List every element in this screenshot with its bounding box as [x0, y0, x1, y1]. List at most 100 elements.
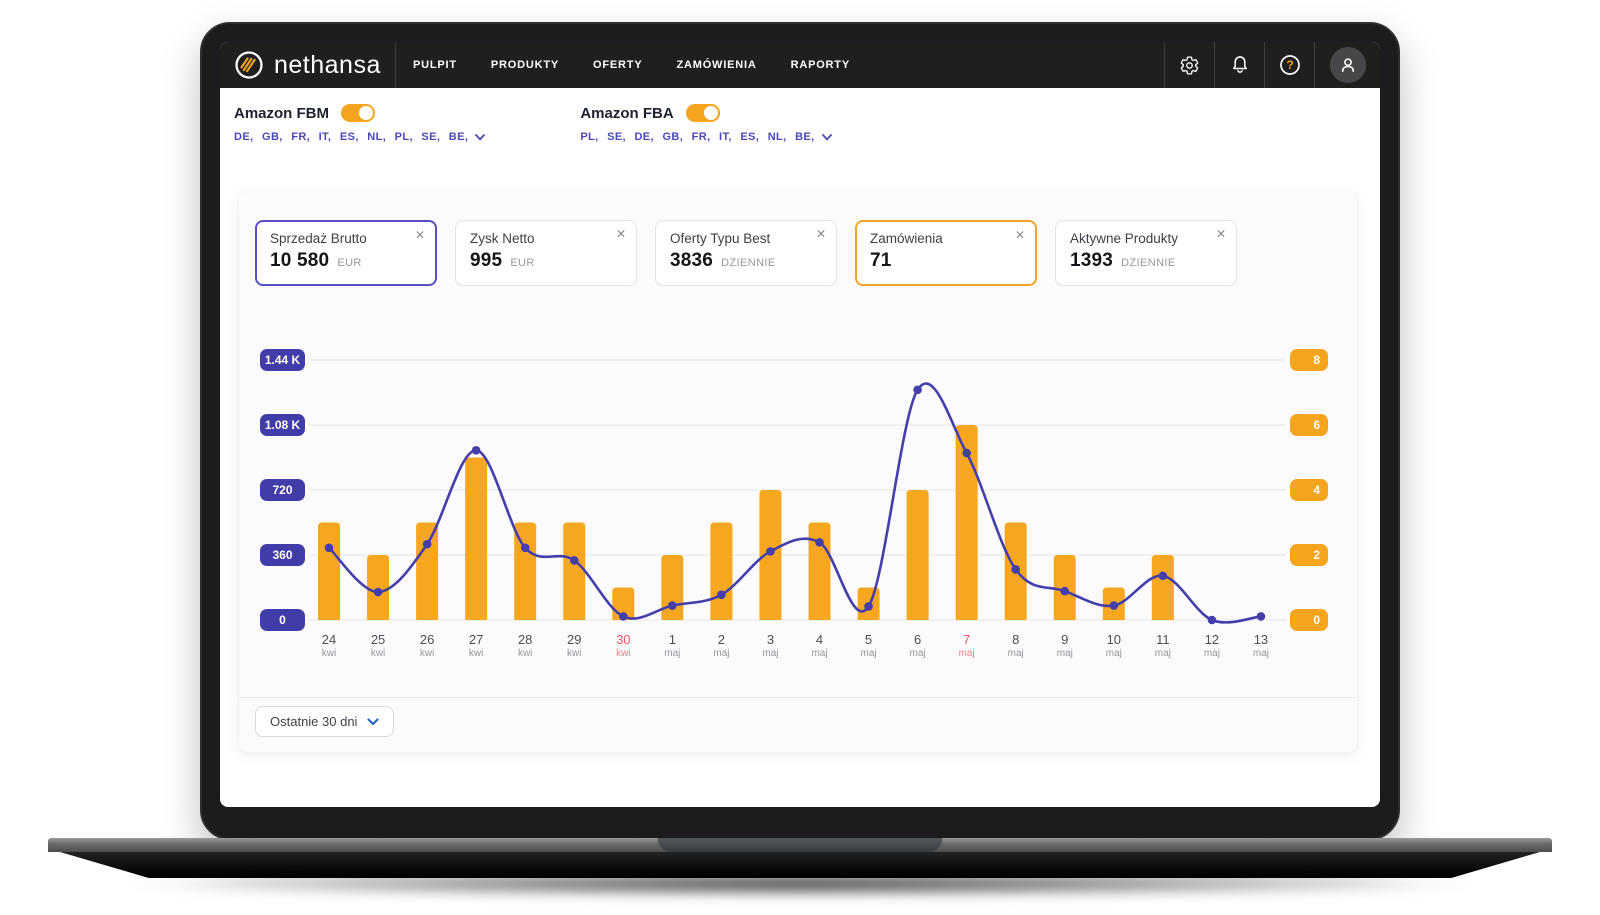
metric-card-aktywne-produkty[interactable]: ✕Aktywne Produkty 1393 DZIENNIE	[1055, 220, 1237, 286]
left-axis-pill: 360	[260, 544, 305, 566]
x-axis-label: 3maj	[750, 632, 790, 659]
close-icon[interactable]: ✕	[1216, 228, 1226, 240]
brand[interactable]: nethansa	[220, 50, 395, 80]
nav-item-produkty[interactable]: PRODUKTY	[474, 42, 576, 88]
chart-point-2-maj[interactable]	[717, 590, 726, 599]
nav-icons: ?	[1164, 42, 1380, 88]
chart-bar-6-maj[interactable]	[907, 490, 929, 620]
x-axis-label: 29kwi	[554, 632, 594, 659]
filter-label: Amazon FBM	[234, 105, 329, 122]
svg-text:?: ?	[1286, 58, 1293, 72]
notifications-button[interactable]	[1214, 42, 1264, 88]
nethansa-logo-icon	[234, 50, 264, 80]
close-icon[interactable]: ✕	[415, 229, 425, 241]
x-axis-label: 27kwi	[456, 632, 496, 659]
metric-card-oferty-typu-best[interactable]: ✕Oferty Typu Best3836DZIENNIE	[655, 220, 837, 286]
chart-point-25-kwi[interactable]	[374, 588, 383, 597]
chart-bar-25-kwi[interactable]	[367, 555, 389, 620]
x-axis-label: 8maj	[996, 632, 1036, 659]
chart-bar-4-maj[interactable]	[809, 523, 831, 621]
x-axis-label: 12maj	[1192, 632, 1232, 659]
dashboard-card: ✕Sprzedaż Brutto10 580EUR✕Zysk Netto995E…	[239, 192, 1357, 752]
metric-card-sprzedaż-brutto[interactable]: ✕Sprzedaż Brutto10 580EUR	[255, 220, 437, 286]
chart-bar-26-kwi[interactable]	[416, 523, 438, 621]
chart-point-3-maj[interactable]	[766, 547, 775, 556]
country-selector[interactable]: DE, GB, FR, IT, ES, NL, PL, SE, BE,	[234, 131, 485, 143]
close-icon[interactable]: ✕	[816, 228, 826, 240]
laptop-base-notch	[658, 838, 943, 852]
nav-item-raporty[interactable]: RAPORTY	[774, 42, 867, 88]
metric-card-zam-wienia[interactable]: ✕Zamówienia 71	[855, 220, 1037, 286]
gear-icon	[1179, 55, 1200, 76]
nav-item-oferty[interactable]: OFERTY	[576, 42, 659, 88]
user-menu-button[interactable]	[1314, 42, 1380, 88]
metric-title: Aktywne Produkty	[1070, 231, 1222, 246]
right-axis-pill: 4	[1290, 479, 1328, 501]
nav-item-pulpit[interactable]: PULPIT	[396, 42, 474, 88]
help-button[interactable]: ?	[1264, 42, 1314, 88]
metric-title: Zysk Netto	[470, 231, 622, 246]
metric-card-zysk-netto[interactable]: ✕Zysk Netto995EUR	[455, 220, 637, 286]
right-axis-pill: 6	[1290, 414, 1328, 436]
chart-plot	[305, 322, 1290, 632]
filter-toggle[interactable]	[686, 104, 720, 122]
chart-bar-11-maj[interactable]	[1152, 555, 1174, 620]
metric-unit: DZIENNIE	[1121, 257, 1176, 269]
chart-bar-1-maj[interactable]	[661, 555, 683, 620]
chart-point-9-maj[interactable]	[1060, 587, 1069, 596]
nav-item-zamwienia[interactable]: ZAMÓWIENIA	[659, 42, 773, 88]
laptop-screen: nethansa PULPITPRODUKTYOFERTYZAMÓWIENIAR…	[200, 22, 1400, 840]
date-range-dropdown[interactable]: Ostatnie 30 dni	[255, 706, 394, 737]
left-axis-pill: 0	[260, 609, 305, 631]
metric-value: 71	[870, 250, 892, 272]
chart-point-5-maj[interactable]	[864, 602, 873, 611]
chart-point-30-kwi[interactable]	[619, 612, 628, 621]
chart-bar-29-kwi[interactable]	[563, 523, 585, 621]
chart-point-13-maj[interactable]	[1257, 612, 1266, 621]
left-axis-pill: 720	[260, 479, 305, 501]
app-window: nethansa PULPITPRODUKTYOFERTYZAMÓWIENIAR…	[220, 42, 1380, 807]
marketplace-filters: Amazon FBM DE, GB, FR, IT, ES, NL, PL, SE…	[220, 88, 1380, 192]
metric-value: 995	[470, 250, 502, 272]
metric-title: Zamówienia	[870, 231, 1022, 246]
metric-title: Sprzedaż Brutto	[270, 231, 422, 246]
toggle-knob	[704, 106, 718, 120]
x-axis-label: 1maj	[652, 632, 692, 659]
chart-point-24-kwi[interactable]	[325, 543, 334, 552]
country-selector[interactable]: PL, SE, DE, GB, FR, IT, ES, NL, BE,	[580, 131, 831, 143]
chart-point-26-kwi[interactable]	[423, 540, 432, 549]
x-axis-label: 25kwi	[358, 632, 398, 659]
chart-point-4-maj[interactable]	[815, 538, 824, 547]
left-axis-pill: 1.08 K	[260, 414, 305, 436]
filter-amazon-fba: Amazon FBA PL, SE, DE, GB, FR, IT, ES, NL…	[580, 104, 831, 192]
chart-point-28-kwi[interactable]	[521, 543, 530, 552]
metric-value: 1393	[1070, 250, 1113, 272]
bell-icon	[1229, 54, 1251, 76]
filter-toggle[interactable]	[341, 104, 375, 122]
close-icon[interactable]: ✕	[1015, 229, 1025, 241]
chart-bar-24-kwi[interactable]	[318, 523, 340, 621]
x-axis-label: 13maj	[1241, 632, 1281, 659]
chart-bar-27-kwi[interactable]	[465, 458, 487, 621]
chart-point-6-maj[interactable]	[913, 385, 922, 394]
chart-point-11-maj[interactable]	[1159, 571, 1168, 580]
chart-point-10-maj[interactable]	[1110, 601, 1119, 610]
chart-point-7-maj[interactable]	[962, 449, 971, 458]
main-menu: PULPITPRODUKTYOFERTYZAMÓWIENIARAPORTY	[396, 42, 867, 88]
chart-bar-2-maj[interactable]	[710, 523, 732, 621]
settings-button[interactable]	[1164, 42, 1214, 88]
chart: 1.44 K1.08 K72036008642024kwi25kwi26kwi2…	[239, 322, 1357, 672]
x-axis-label: 26kwi	[407, 632, 447, 659]
chevron-down-icon	[367, 718, 379, 726]
country-list: PL, SE, DE, GB, FR, IT, ES, NL, BE,	[580, 131, 814, 143]
chart-point-8-maj[interactable]	[1011, 565, 1020, 574]
page: nethansa PULPITPRODUKTYOFERTYZAMÓWIENIAR…	[0, 0, 1600, 915]
chart-point-27-kwi[interactable]	[472, 446, 481, 455]
filter-label: Amazon FBA	[580, 105, 673, 122]
metric-cards: ✕Sprzedaż Brutto10 580EUR✕Zysk Netto995E…	[255, 220, 1237, 286]
chart-point-1-maj[interactable]	[668, 601, 677, 610]
chart-point-29-kwi[interactable]	[570, 556, 579, 565]
close-icon[interactable]: ✕	[616, 228, 626, 240]
chart-point-12-maj[interactable]	[1208, 616, 1217, 625]
x-axis-label: 5maj	[849, 632, 889, 659]
